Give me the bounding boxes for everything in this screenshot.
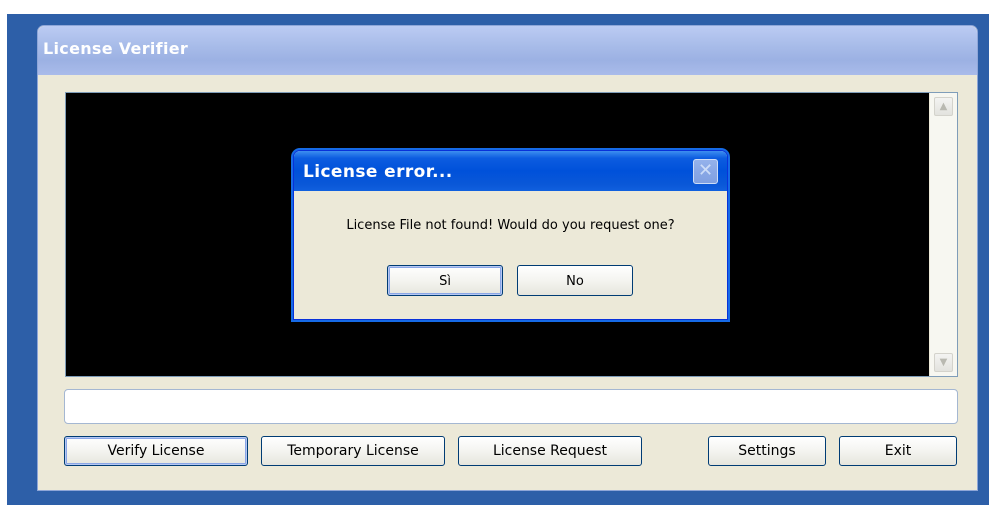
window-title: License Verifier <box>43 39 189 58</box>
dialog-titlebar[interactable]: License error... ✕ <box>294 151 727 191</box>
verify-license-button[interactable]: Verify License <box>64 436 248 466</box>
vertical-scrollbar[interactable]: ▲ ▼ <box>929 93 957 376</box>
dialog-message: License File not found! Would do you req… <box>346 218 675 233</box>
no-button[interactable]: No <box>517 265 633 296</box>
dialog-title: License error... <box>303 162 453 182</box>
window-titlebar[interactable]: License Verifier <box>38 26 977 75</box>
yes-button[interactable]: Sì <box>387 265 503 296</box>
close-icon[interactable]: ✕ <box>693 159 718 184</box>
license-request-button[interactable]: License Request <box>458 436 642 466</box>
scroll-down-icon[interactable]: ▼ <box>934 353 953 372</box>
license-error-dialog: License error... ✕ License File not foun… <box>293 150 728 320</box>
temporary-license-button[interactable]: Temporary License <box>261 436 445 466</box>
settings-button[interactable]: Settings <box>708 436 826 466</box>
exit-button[interactable]: Exit <box>839 436 957 466</box>
scroll-up-icon[interactable]: ▲ <box>934 97 953 116</box>
status-field[interactable] <box>64 389 958 424</box>
